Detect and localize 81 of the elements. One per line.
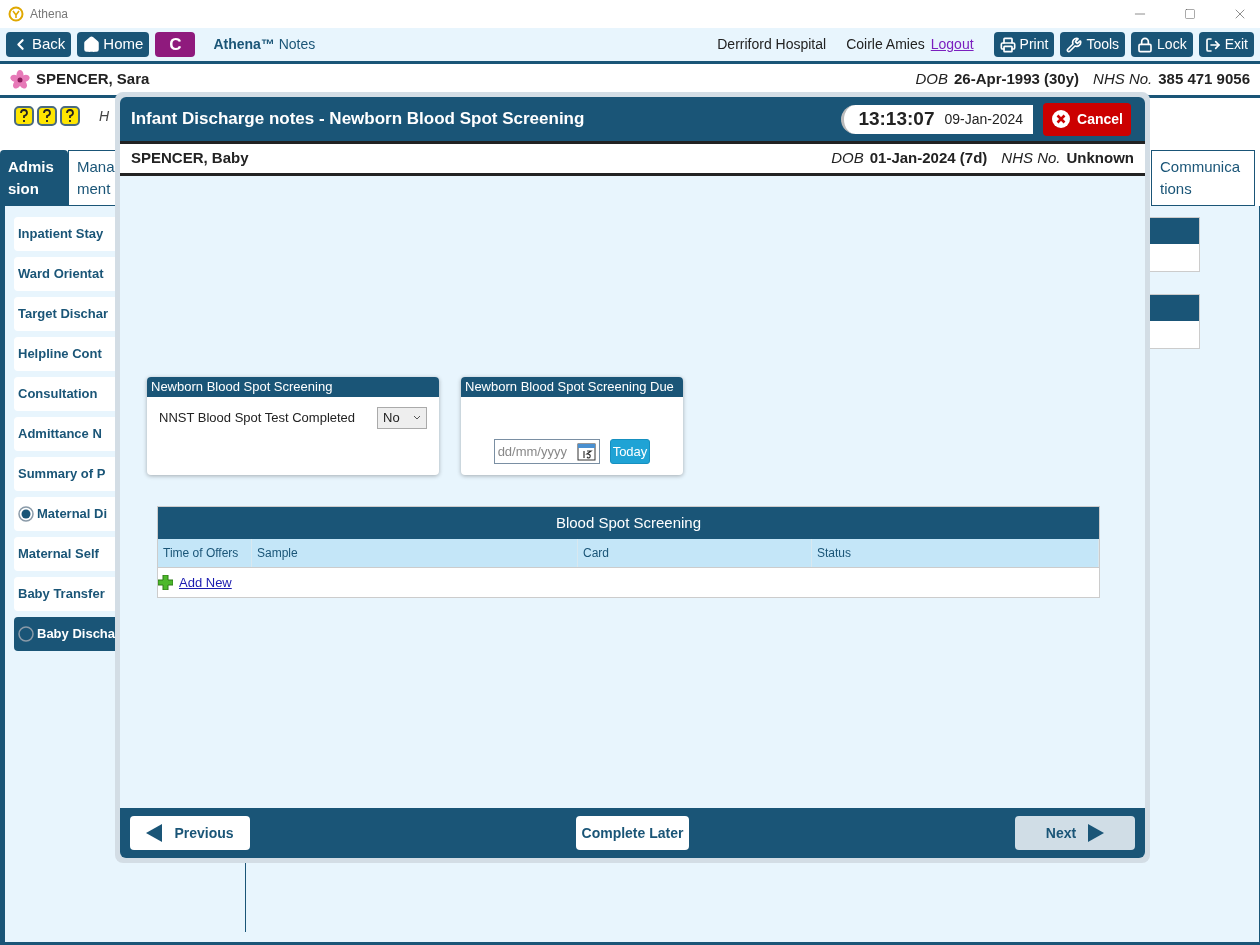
complete-later-button[interactable]: Complete Later — [576, 816, 689, 850]
home-icon — [83, 36, 101, 53]
sidebar-item-label: Consultation — [18, 385, 98, 404]
tab[interactable]: Communica tions — [1151, 150, 1255, 206]
flower-icon — [10, 69, 30, 90]
lock-button[interactable]: Lock — [1131, 32, 1193, 57]
nhs-value: 385 471 9056 — [1158, 69, 1250, 90]
exit-button[interactable]: Exit — [1198, 32, 1254, 57]
radio-button[interactable] — [18, 506, 34, 522]
dob-label: DOB — [831, 148, 864, 169]
radio-button[interactable] — [18, 626, 34, 642]
add-new-link[interactable]: Add New — [179, 572, 232, 593]
app-name: Athena™ Notes — [213, 35, 316, 54]
dialog-title: Infant Discharge notes - Newborn Blood Spot Screening — [131, 108, 585, 131]
sidebar-item[interactable]: Maternal Self — [14, 537, 115, 571]
sidebar-item[interactable]: Consultation — [14, 377, 115, 411]
table-title: Blood Spot Screening — [158, 507, 1099, 539]
help-icon[interactable] — [60, 106, 80, 126]
sidebar-item[interactable]: Helpline Cont — [14, 337, 115, 371]
column-header: Time of Offers — [158, 539, 252, 567]
user-name: Coirle Amies — [846, 35, 925, 54]
sidebar-item-label: Target Dischar — [18, 305, 109, 324]
app-badge-button[interactable]: C — [155, 32, 196, 57]
clock-date: 09-Jan-2024 — [944, 109, 1024, 129]
sidebar-item-label: Maternal Self — [18, 545, 99, 564]
sidebar-item-label: Summary of P — [18, 465, 106, 484]
sidebar-item-label: Baby Discha — [37, 625, 115, 644]
plus-icon — [158, 575, 173, 590]
lock-icon — [1137, 36, 1154, 53]
sidebar-item[interactable]: Baby Transfer — [14, 577, 115, 611]
sidebar-item[interactable]: Target Dischar — [14, 297, 115, 331]
patient-name: SPENCER, Sara — [36, 69, 150, 90]
sidebar-item[interactable]: Ward Orientat — [14, 257, 115, 291]
print-button[interactable]: Print — [993, 32, 1055, 57]
window-title: Athena — [30, 6, 69, 23]
sidebar-item-label: Baby Transfer — [18, 585, 105, 604]
tools-icon — [1066, 36, 1083, 53]
column-header: Sample — [252, 539, 578, 567]
tools-button[interactable]: Tools — [1060, 32, 1126, 57]
help-icon[interactable] — [37, 106, 57, 126]
help-icon[interactable] — [14, 106, 34, 126]
field-label: NNST Blood Spot Test Completed — [159, 409, 356, 428]
logout-link[interactable]: Logout — [930, 34, 974, 55]
panel-title: Newborn Blood Spot Screening — [147, 377, 439, 397]
exit-icon — [1204, 36, 1221, 53]
home-button[interactable]: Home — [77, 32, 150, 57]
dob-label: DOB — [915, 69, 948, 90]
header-note: H — [99, 107, 110, 126]
calendar-icon[interactable] — [576, 442, 596, 461]
sidebar-item-label: Inpatient Stay — [18, 225, 104, 244]
nhs-label: NHS No. — [1093, 69, 1153, 90]
sidebar-item-label: Ward Orientat — [18, 265, 104, 284]
dob-value: 01-Jan-2024 (7d) — [869, 148, 988, 169]
sidebar-item[interactable]: Maternal Di — [14, 497, 115, 531]
triangle-left-icon — [146, 824, 163, 842]
close-circle-icon — [1051, 109, 1072, 129]
cancel-button[interactable]: Cancel — [1043, 102, 1131, 136]
tab[interactable]: Admis sion — [0, 150, 68, 206]
chevron-down-icon — [413, 415, 421, 421]
sidebar-item[interactable]: Summary of P — [14, 457, 115, 491]
sidebar-item[interactable]: Inpatient Stay — [14, 217, 115, 251]
clock-time: 13:13:07 — [858, 106, 935, 131]
nhs-value: Unknown — [1066, 148, 1134, 169]
panel-title: Newborn Blood Spot Screening Due — [461, 377, 683, 397]
app-logo-icon — [8, 6, 24, 22]
sidebar-item[interactable]: Baby Discha — [14, 617, 115, 651]
dropdown[interactable]: No — [377, 407, 427, 429]
triangle-right-icon — [1088, 824, 1105, 842]
sidebar-item-label: Helpline Cont — [18, 345, 102, 364]
nhs-label: NHS No. — [1001, 148, 1061, 169]
baby-name: SPENCER, Baby — [131, 148, 249, 169]
print-icon — [999, 36, 1016, 53]
column-header: Status — [812, 539, 1099, 567]
back-button[interactable]: Back — [6, 32, 72, 57]
dob-value: 26-Apr-1993 (30y) — [954, 69, 1080, 90]
sidebar-item[interactable]: Admittance N — [14, 417, 115, 451]
sidebar-item-label: Admittance N — [18, 425, 102, 444]
sidebar-item-label: Maternal Di — [37, 505, 108, 524]
previous-button[interactable]: Previous — [130, 816, 250, 850]
hospital-name: Derriford Hospital — [717, 35, 827, 54]
column-header: Card — [578, 539, 812, 567]
